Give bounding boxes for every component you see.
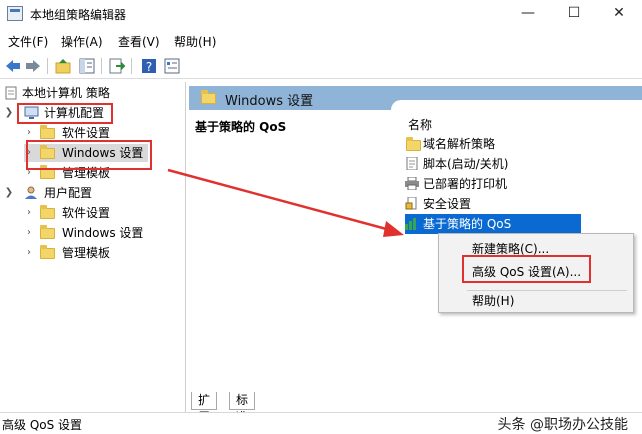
security-icon — [405, 197, 417, 210]
chevron-down-icon[interactable]: ❯ — [4, 184, 14, 202]
tab-standard[interactable]: 标准 — [229, 392, 256, 424]
menu-item-help[interactable]: 帮助(H) — [472, 292, 514, 309]
chevron-down-icon[interactable]: ❯ — [4, 104, 14, 122]
status-bar: 高级 QoS 设置 头条 @职场办公技能 — [0, 412, 642, 433]
printer-icon — [405, 177, 419, 190]
list-item-label: 安全设置 — [423, 197, 472, 211]
properties-icon[interactable] — [163, 57, 181, 75]
folder-icon — [40, 245, 55, 259]
menu-bar: 文件(F) 操作(A) 查看(V) 帮助(H) — [0, 30, 642, 52]
highlight-box-computer-config — [17, 103, 113, 124]
show-tree-icon[interactable] — [78, 57, 96, 75]
user-icon — [25, 186, 37, 199]
toolbar: ? — [0, 53, 642, 79]
chevron-right-icon[interactable]: › — [24, 204, 34, 222]
window-title: 本地组策略编辑器 — [30, 8, 127, 22]
toolbar-separator — [101, 58, 102, 74]
tree-root-label: 本地计算机 策略 — [22, 86, 110, 100]
document-icon — [5, 86, 17, 100]
title-bar: 本地组策略编辑器 — ☐ ✕ — [0, 0, 642, 28]
up-folder-icon[interactable] — [54, 57, 72, 75]
script-icon — [406, 157, 418, 170]
tab-extended[interactable]: 扩展 — [191, 392, 218, 424]
column-header-name[interactable]: 名称 — [408, 116, 432, 133]
svg-text:?: ? — [146, 60, 152, 74]
tree-item-label: 管理模板 — [62, 246, 111, 260]
list-item-label: 基于策略的 QoS — [423, 217, 512, 231]
folder-icon — [201, 90, 216, 104]
list-item-label: 脚本(启动/关机) — [423, 157, 509, 171]
details-header-title: Windows 设置 — [225, 94, 314, 109]
tree-pane: 本地计算机 策略 ❯ 计算机配置 › 软件设置 › Windows 设置 › 管… — [0, 82, 186, 412]
back-icon[interactable] — [4, 57, 22, 75]
tree-item-label: Windows 设置 — [62, 226, 144, 240]
chevron-right-icon[interactable]: › — [24, 224, 34, 242]
help-icon[interactable]: ? — [140, 57, 158, 75]
highlight-box-advanced-qos — [462, 255, 591, 283]
description-title: 基于策略的 QoS — [195, 120, 287, 134]
menu-separator — [467, 290, 627, 291]
list-item-label: 已部署的打印机 — [423, 177, 508, 191]
folder-icon — [406, 137, 421, 151]
qos-chart-icon — [405, 218, 416, 230]
menu-file[interactable]: 文件(F) — [8, 33, 48, 50]
close-button[interactable]: ✕ — [596, 0, 642, 28]
folder-icon — [40, 225, 55, 239]
highlight-box-windows-settings — [26, 140, 152, 170]
menu-view[interactable]: 查看(V) — [118, 33, 160, 50]
menu-help[interactable]: 帮助(H) — [174, 33, 216, 50]
list-item-selected[interactable]: 基于策略的 QoS — [405, 214, 581, 234]
tree-item-label: 软件设置 — [62, 206, 111, 220]
watermark: 头条 @职场办公技能 — [497, 417, 628, 433]
minimize-button[interactable]: — — [505, 0, 551, 28]
folder-icon — [40, 205, 55, 219]
export-icon[interactable] — [108, 57, 126, 75]
toolbar-separator — [47, 58, 48, 74]
chevron-right-icon[interactable]: › — [24, 244, 34, 262]
list-item-label: 域名解析策略 — [423, 137, 496, 151]
toolbar-separator — [131, 58, 132, 74]
menu-action[interactable]: 操作(A) — [61, 33, 103, 50]
forward-icon[interactable] — [24, 57, 42, 75]
app-icon — [7, 6, 23, 21]
status-text: 高级 QoS 设置 — [2, 418, 83, 432]
maximize-button[interactable]: ☐ — [551, 0, 597, 28]
tree-item-label: 用户配置 — [44, 186, 93, 200]
folder-icon — [40, 125, 55, 139]
